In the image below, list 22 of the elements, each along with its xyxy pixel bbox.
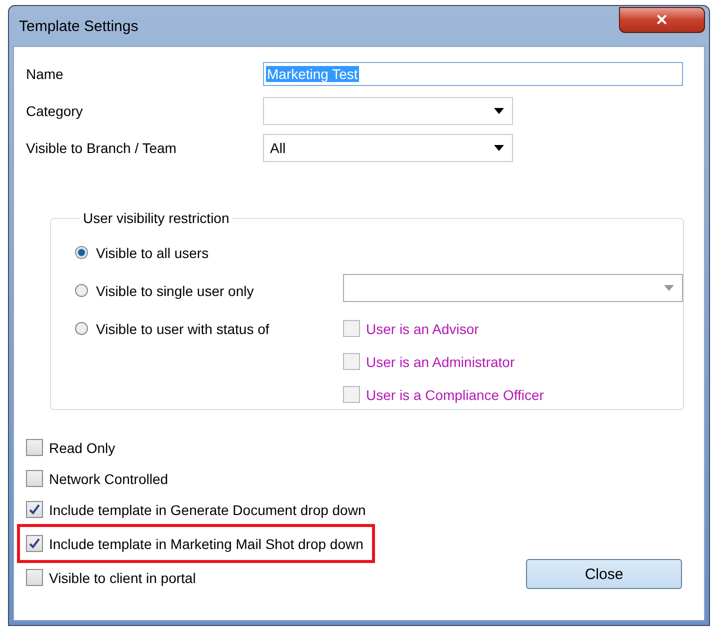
dropdown-field[interactable]: All [263,134,513,162]
group-title: User visibility restriction [82,210,230,226]
close-dialog-button[interactable]: Close [526,559,682,589]
dropdown-arrow-icon [494,108,504,114]
field-label: Visible to Branch / Team [26,140,178,156]
field-label: Category [26,102,84,118]
close-button[interactable]: ✕ [619,7,705,33]
radio-option[interactable]: Visible to all users [75,236,343,269]
checkmark-icon [29,538,40,549]
dropdown-field[interactable] [263,96,513,124]
dropdown-arrow-icon [494,144,504,150]
radio-option[interactable]: Visible to single user only [75,274,343,307]
option-checkbox[interactable]: Read Only [26,432,372,463]
option-checkbox[interactable]: Visible to client in portal [26,562,372,593]
option-checkbox[interactable]: Include template in Generate Document drop down [26,494,372,525]
checkmark-icon [29,504,40,515]
option-checkbox[interactable]: Network Controlled [26,463,372,494]
dropdown-arrow-icon [664,285,674,291]
radio-option[interactable]: Visible to user with status of [75,312,343,345]
option-checkbox[interactable]: Include template in Marketing Mail Shot drop down [20,527,372,560]
window-title: Template Settings [19,18,138,34]
field-label: Name [26,66,64,82]
